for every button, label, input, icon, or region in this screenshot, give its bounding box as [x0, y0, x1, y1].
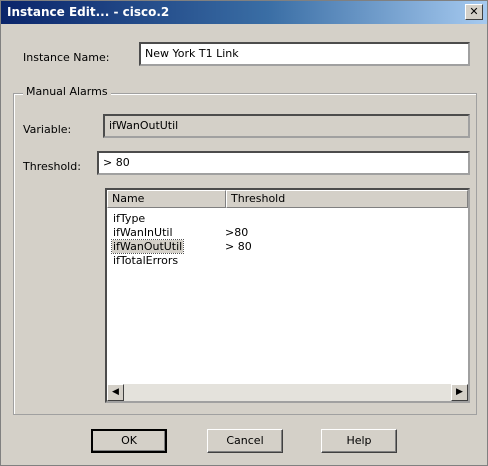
row-threshold: >80 [225, 226, 249, 239]
list-row[interactable]: ifWanInUtil >80 [107, 226, 468, 239]
title-bar[interactable]: Instance Edit... - cisco.2 ✕ [1, 1, 487, 24]
instance-name-label: Instance Name: [23, 51, 110, 64]
threshold-input[interactable]: > 80 [97, 151, 470, 175]
alarms-list[interactable]: Name Threshold ifType ifWanInUtil >80 if… [105, 188, 470, 403]
row-threshold: > 80 [225, 240, 252, 253]
close-button[interactable]: ✕ [465, 4, 483, 20]
column-header-threshold[interactable]: Threshold [226, 190, 468, 208]
variable-field: ifWanOutUtil [103, 114, 470, 138]
close-icon: ✕ [469, 5, 479, 18]
arrow-right-icon: ▶ [456, 387, 463, 397]
instance-name-input[interactable]: New York T1 Link [139, 42, 470, 66]
list-row[interactable]: ifTotalErrors [107, 254, 468, 267]
list-row[interactable]: ifType [107, 212, 468, 225]
column-header-name[interactable]: Name [107, 190, 226, 208]
row-name: ifTotalErrors [113, 254, 179, 267]
help-button[interactable]: Help [321, 429, 397, 453]
window-title: Instance Edit... - cisco.2 [7, 5, 170, 19]
list-header: Name Threshold [107, 190, 468, 208]
instance-edit-dialog: Instance Edit... - cisco.2 ✕ Instance Na… [0, 0, 488, 466]
threshold-label: Threshold: [23, 160, 81, 173]
cancel-button[interactable]: Cancel [207, 429, 283, 453]
arrow-left-icon: ◀ [112, 387, 119, 397]
ok-button[interactable]: OK [91, 429, 167, 453]
manual-alarms-title: Manual Alarms [23, 85, 111, 98]
row-name: ifType [113, 212, 146, 225]
scroll-left-button[interactable]: ◀ [107, 384, 124, 401]
row-name: ifWanInUtil [113, 226, 173, 239]
scroll-right-button[interactable]: ▶ [451, 384, 468, 401]
row-name: ifWanOutUtil [110, 239, 185, 254]
list-row-selected[interactable]: ifWanOutUtil > 80 [107, 239, 468, 254]
variable-label: Variable: [23, 123, 72, 136]
horizontal-scrollbar[interactable]: ◀ ▶ [107, 384, 468, 401]
